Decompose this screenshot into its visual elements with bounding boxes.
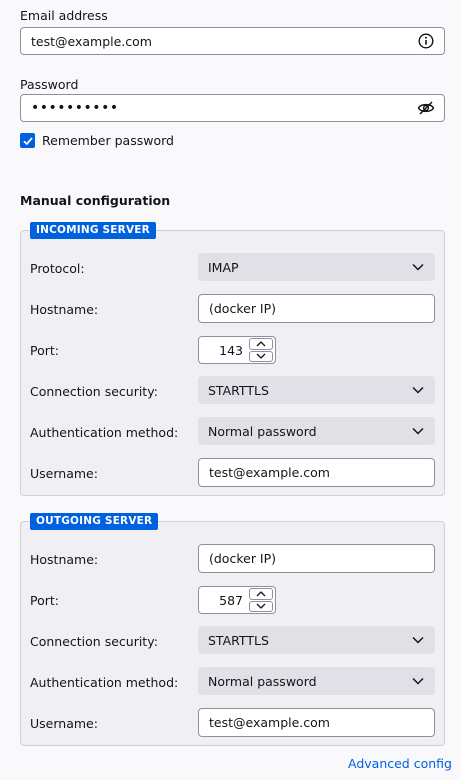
chevron-down-icon [411,674,425,688]
outgoing-hostname-input[interactable]: (docker IP) [198,544,435,573]
incoming-protocol-select[interactable]: IMAP [198,253,435,281]
password-value: •••••••••• [31,100,119,116]
incoming-username-label: Username: [30,466,98,481]
password-field[interactable]: •••••••••• [20,94,445,122]
incoming-port-label: Port: [30,343,59,358]
remember-password-label[interactable]: Remember password [42,133,174,148]
incoming-auth-select[interactable]: Normal password [198,417,435,445]
incoming-server-legend: INCOMING SERVER [30,222,156,239]
incoming-protocol-value: IMAP [208,259,239,275]
outgoing-username-input[interactable]: test@example.com [198,708,435,737]
outgoing-auth-label: Authentication method: [30,675,179,690]
outgoing-port-increment-button[interactable] [249,588,273,600]
incoming-hostname-input[interactable]: (docker IP) [198,294,435,323]
outgoing-auth-select[interactable]: Normal password [198,667,435,695]
outgoing-port-decrement-button[interactable] [249,600,273,612]
chevron-down-icon [256,353,266,360]
incoming-hostname-label: Hostname: [30,302,99,317]
outgoing-hostname-label: Hostname: [30,552,99,567]
chevron-down-icon [411,260,425,274]
manual-config-title: Manual configuration [20,193,171,208]
advanced-config-link[interactable]: Advanced config [348,756,452,771]
checkmark-icon [22,136,33,145]
outgoing-auth-value: Normal password [208,673,317,689]
incoming-username-input[interactable]: test@example.com [198,458,435,487]
outgoing-hostname-value: (docker IP) [209,551,277,566]
outgoing-port-stepper[interactable]: 587 [198,586,276,614]
chevron-down-icon [411,383,425,397]
chevron-down-icon [256,603,266,610]
incoming-security-select[interactable]: STARTTLS [198,376,435,404]
incoming-username-value: test@example.com [209,465,330,480]
incoming-auth-value: Normal password [208,423,317,439]
outgoing-security-label: Connection security: [30,634,158,649]
incoming-security-label: Connection security: [30,384,158,399]
remember-password-checkbox[interactable] [20,133,35,148]
incoming-auth-label: Authentication method: [30,425,179,440]
incoming-port-increment-button[interactable] [249,338,273,350]
chevron-down-icon [411,633,425,647]
outgoing-security-value: STARTTLS [208,632,269,648]
outgoing-username-value: test@example.com [209,715,330,730]
outgoing-security-select[interactable]: STARTTLS [198,626,435,654]
password-label: Password [20,77,79,92]
info-circle-icon[interactable] [416,31,436,51]
incoming-port-decrement-button[interactable] [249,350,273,362]
outgoing-username-label: Username: [30,716,98,731]
email-value: test@example.com [31,33,152,49]
email-label: Email address [20,8,108,23]
outgoing-port-value: 587 [219,592,243,608]
incoming-protocol-label: Protocol: [30,261,85,276]
email-field[interactable]: test@example.com [20,27,445,55]
chevron-down-icon [411,424,425,438]
chevron-up-icon [256,590,266,597]
eye-slash-icon[interactable] [416,98,436,118]
chevron-up-icon [256,340,266,347]
incoming-port-stepper[interactable]: 143 [198,336,276,364]
incoming-security-value: STARTTLS [208,382,269,398]
incoming-port-value: 143 [219,342,243,358]
outgoing-server-legend: OUTGOING SERVER [30,513,159,530]
outgoing-port-label: Port: [30,593,59,608]
incoming-hostname-value: (docker IP) [209,301,277,316]
